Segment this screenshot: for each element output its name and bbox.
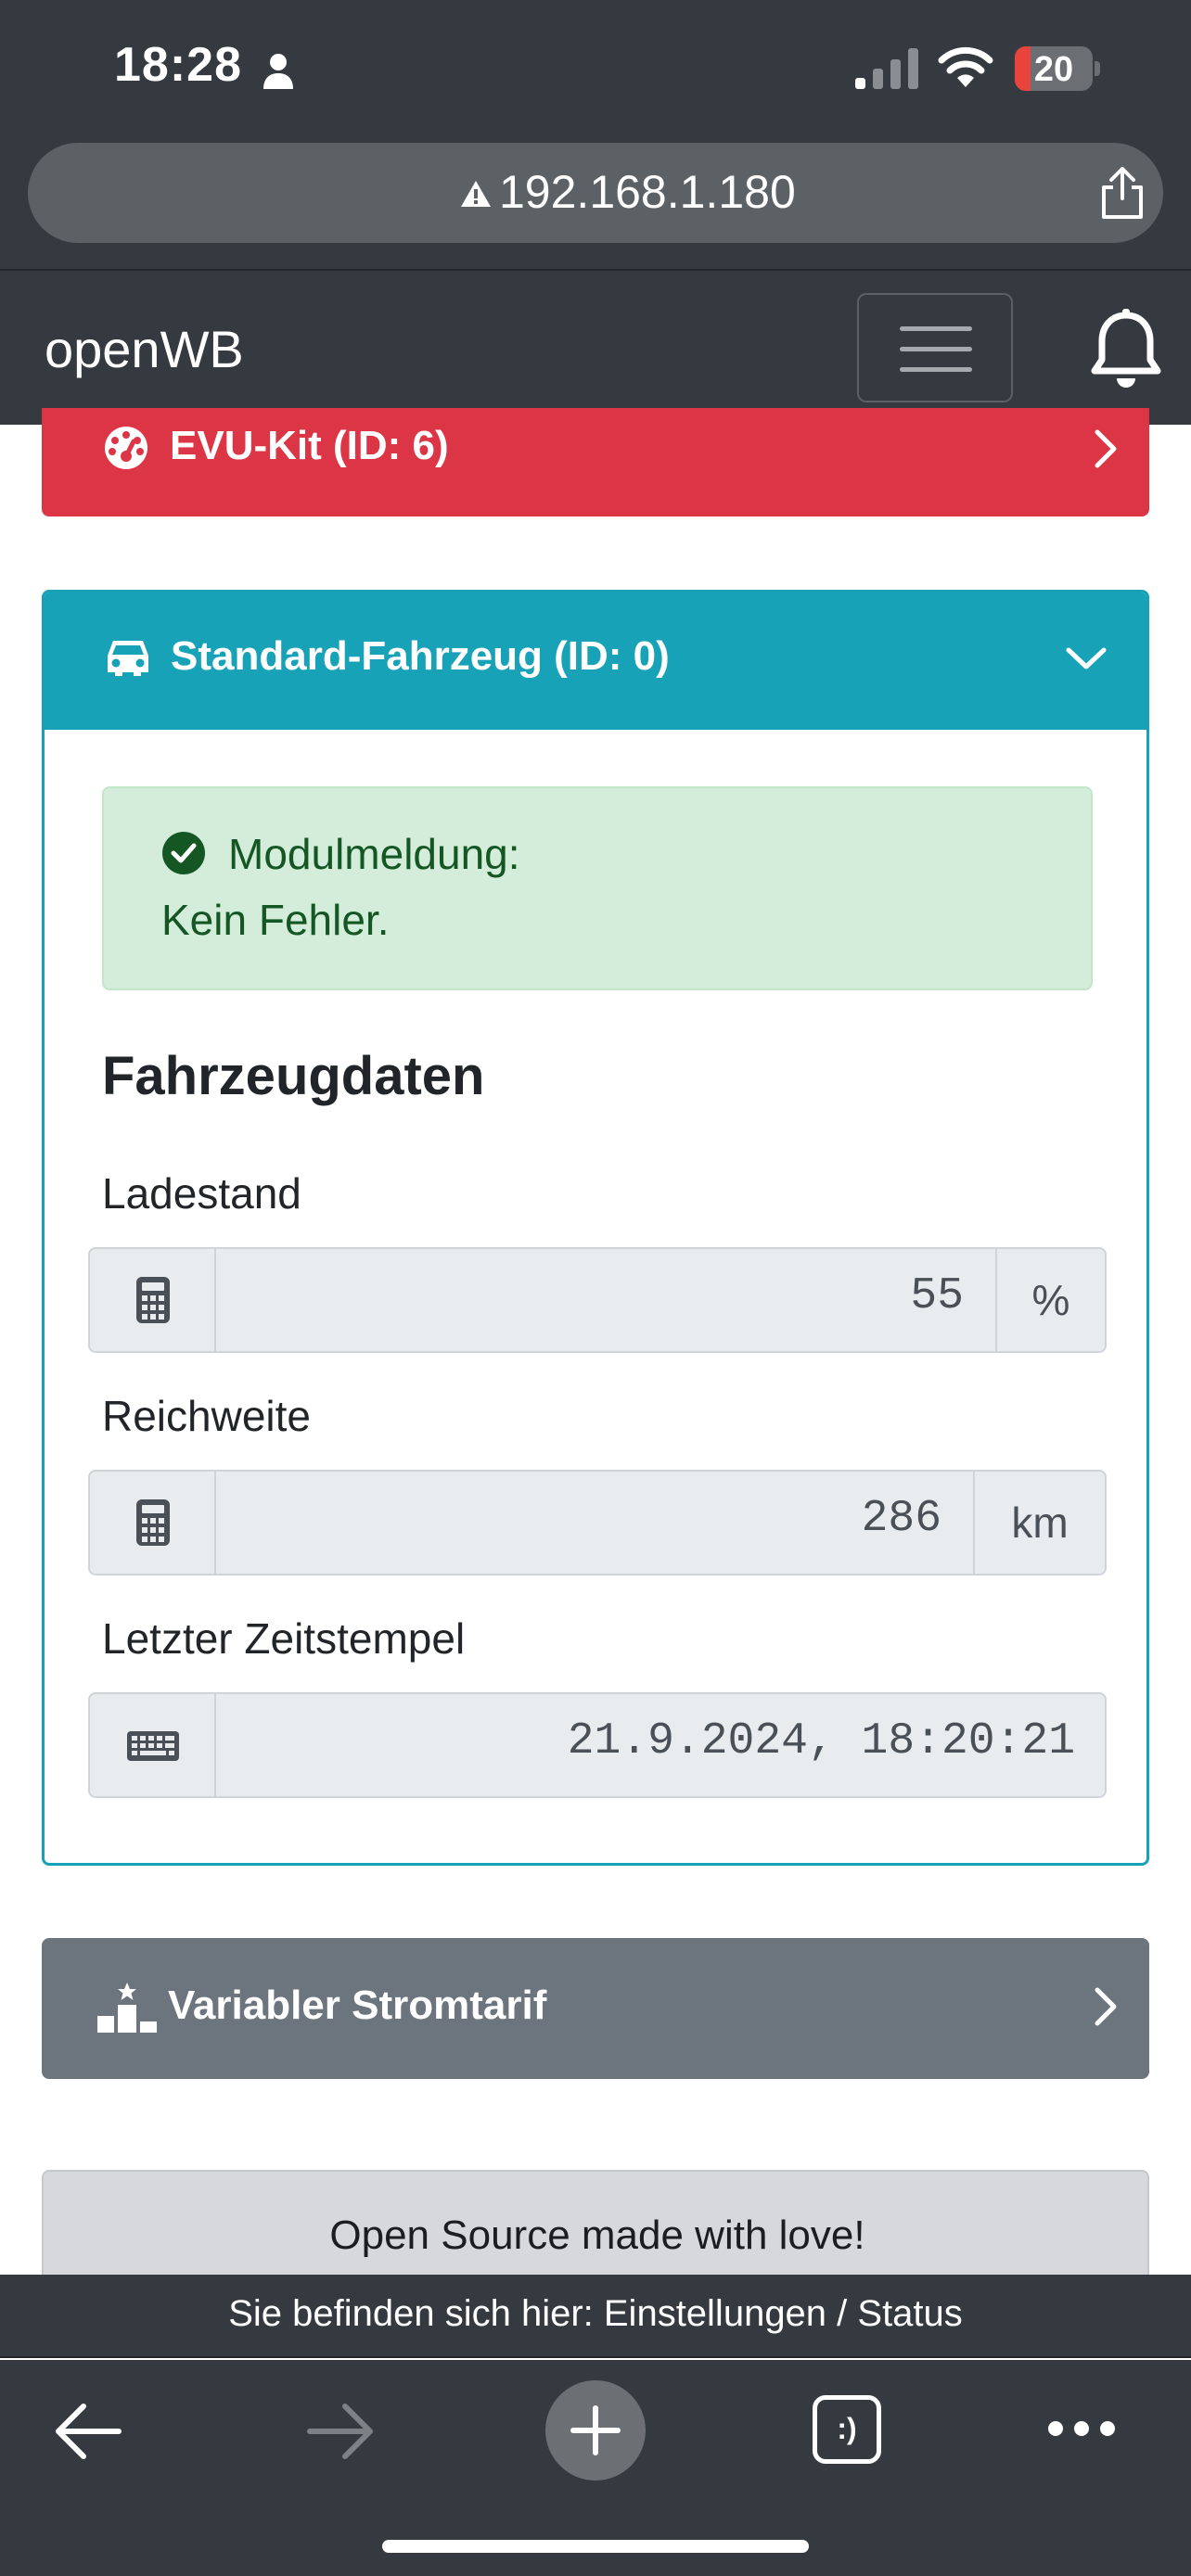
cellular-signal-icon bbox=[855, 48, 918, 89]
breadcrumb: Sie befinden sich hier: Einstellungen / … bbox=[0, 2275, 1191, 2358]
vehicle-card-title: Standard-Fahrzeug (ID: 0) bbox=[171, 633, 670, 679]
menu-toggle-button[interactable] bbox=[857, 293, 1013, 402]
warning-icon bbox=[461, 181, 491, 207]
timestamp-input-group: 21.9.2024, 18:20:21 bbox=[88, 1692, 1107, 1798]
bell-icon[interactable] bbox=[1087, 308, 1165, 391]
chevron-right-icon bbox=[1095, 429, 1117, 468]
variable-tariff-title: Variabler Stromtarif bbox=[168, 1983, 547, 2028]
new-tab-button[interactable] bbox=[545, 2380, 646, 2480]
browser-toolbar: :) bbox=[0, 2360, 1191, 2576]
status-time: 18:28 bbox=[114, 38, 242, 92]
back-arrow-icon[interactable] bbox=[54, 2401, 122, 2462]
status-bar: 18:28 20 bbox=[0, 0, 1191, 139]
range-unit: km bbox=[973, 1472, 1105, 1574]
app-navbar: openWB bbox=[0, 269, 1191, 425]
soc-value: 55 bbox=[910, 1271, 964, 1321]
brand-logo[interactable]: openWB bbox=[45, 319, 244, 379]
chevron-down-icon bbox=[1066, 647, 1107, 670]
browser-address-area: 192.168.1.180 bbox=[0, 139, 1191, 269]
battery-indicator: 20 bbox=[1015, 46, 1100, 91]
forward-arrow-icon[interactable] bbox=[306, 2401, 375, 2462]
soc-label: Ladestand bbox=[102, 1169, 301, 1218]
share-icon[interactable] bbox=[1096, 165, 1148, 221]
module-status-alert: Modulmeldung: Kein Fehler. bbox=[102, 786, 1093, 990]
url-text: 192.168.1.180 bbox=[499, 166, 796, 218]
variable-tariff-card[interactable]: Variabler Stromtarif bbox=[42, 1938, 1149, 2079]
range-prefix bbox=[90, 1472, 216, 1574]
battery-level: 20 bbox=[1033, 50, 1074, 89]
tabs-button[interactable]: :) bbox=[813, 2395, 881, 2464]
car-icon bbox=[108, 641, 148, 676]
footer-text: Open Source made with love! bbox=[329, 2213, 865, 2258]
plus-icon bbox=[570, 2405, 621, 2455]
wifi-icon bbox=[938, 46, 993, 87]
gauge-icon bbox=[105, 427, 147, 469]
section-title: Fahrzeugdaten bbox=[102, 1046, 485, 1106]
timestamp-label: Letzter Zeitstempel bbox=[102, 1614, 466, 1663]
calculator-icon bbox=[136, 1499, 170, 1546]
vehicle-card-header[interactable]: Standard-Fahrzeug (ID: 0) bbox=[45, 593, 1146, 730]
timestamp-prefix bbox=[90, 1694, 216, 1796]
range-input-group: 286 km bbox=[88, 1470, 1107, 1575]
calculator-icon bbox=[136, 1277, 170, 1323]
home-indicator bbox=[382, 2540, 809, 2553]
alert-title: Modulmeldung: bbox=[228, 830, 520, 878]
range-value: 286 bbox=[861, 1494, 941, 1544]
check-circle-icon bbox=[162, 832, 205, 874]
person-icon bbox=[263, 54, 293, 89]
soc-unit: % bbox=[995, 1249, 1105, 1351]
breadcrumb-text: Sie befinden sich hier: Einstellungen / … bbox=[228, 2293, 963, 2334]
vehicle-card: Standard-Fahrzeug (ID: 0) Modulmeldung: … bbox=[42, 590, 1149, 1866]
podium-icon bbox=[97, 1983, 157, 2033]
timestamp-value: 21.9.2024, 18:20:21 bbox=[567, 1716, 1075, 1766]
evu-kit-title: EVU-Kit (ID: 6) bbox=[170, 423, 449, 468]
keyboard-icon bbox=[127, 1731, 179, 1761]
soc-prefix bbox=[90, 1249, 216, 1351]
more-icon[interactable] bbox=[1046, 2417, 1117, 2440]
range-label: Reichweite bbox=[102, 1392, 311, 1440]
address-bar[interactable]: 192.168.1.180 bbox=[28, 143, 1163, 243]
soc-input-group: 55 % bbox=[88, 1247, 1107, 1353]
chevron-right-icon bbox=[1095, 1987, 1117, 2026]
alert-message: Kein Fehler. bbox=[161, 896, 390, 944]
evu-kit-card[interactable]: EVU-Kit (ID: 6) bbox=[42, 408, 1149, 516]
